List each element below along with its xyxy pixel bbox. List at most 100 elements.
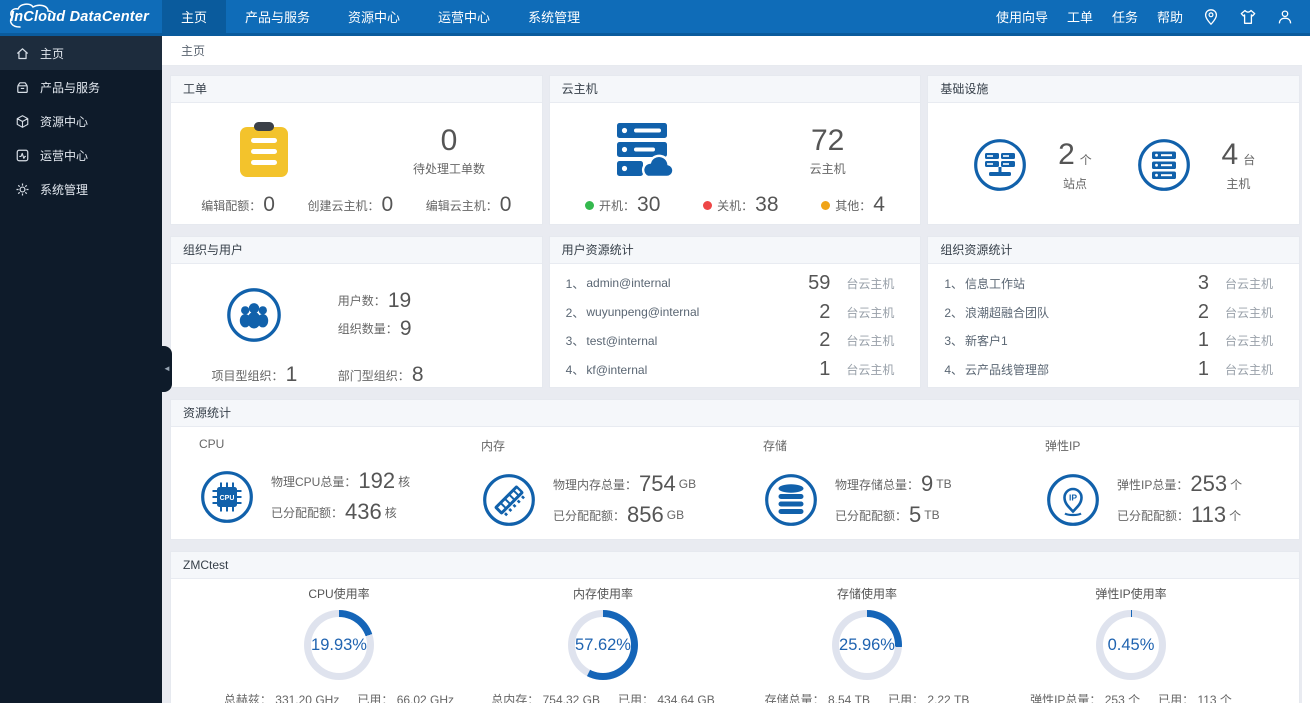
workorder-card-title: 工单 [171, 76, 542, 103]
storage-total-stat: 物理存储总量： 9 TB [835, 471, 952, 496]
org-resource-row: 1、 信息工作站 3 台云主机 [944, 271, 1274, 294]
user-resources-card-title: 用户资源统计 [549, 237, 921, 264]
sidebar-item-system[interactable]: 系统管理 [0, 172, 162, 206]
workorder-stat: 编辑云主机： 0 [425, 193, 512, 216]
zmctest-card: ZMCtest CPU使用率 19.93% 总赫兹： 331.20 GHz 已用… [170, 551, 1300, 703]
nav-item-system[interactable]: 系统管理 [509, 0, 599, 33]
org-count-stat: 组织数量： 9 [337, 316, 412, 340]
cpu-total-stat: 物理CPU总量： 192 核 [271, 468, 411, 493]
pending-workorder-label: 待处理工单数 [413, 161, 486, 176]
org-resources-card-title: 组织资源统计 [928, 237, 1300, 264]
storage-allocated-stat: 已分配配额： 5 TB [835, 502, 940, 527]
nav-item-resources[interactable]: 资源中心 [329, 0, 419, 33]
operations-icon [16, 149, 29, 161]
nav-link-tasks[interactable]: 任务 [1112, 7, 1138, 26]
status-dot-stopped [703, 200, 713, 210]
sidebar-item-label: 产品与服务 [40, 80, 101, 95]
nav-link-help[interactable]: 帮助 [1157, 7, 1183, 26]
sidebar-item-operations[interactable]: 运营中心 [0, 138, 162, 172]
memory-total-stat: 物理内存总量： 754 GB [553, 471, 697, 496]
site-count: 2 [1058, 137, 1075, 171]
elastic-ip-total-stat: 弹性IP总量： 253 个 [1117, 471, 1243, 496]
memory-icon [483, 473, 535, 526]
host-label: 主机 [1226, 176, 1251, 191]
sidebar-collapse-toggle[interactable]: ◄ [162, 346, 172, 392]
user-resource-row: 2、 wuyunpeng@internal 2 台云主机 [565, 300, 895, 323]
main-content: 工单 0 待处理工单数 编辑配额： 0 创建云主机： 0 编辑云主机： 0 云主… [162, 66, 1302, 703]
vm-total-label: 云主机 [809, 161, 846, 176]
user-count-stat: 用户数： 19 [337, 288, 412, 312]
scrollbar-track[interactable] [1302, 36, 1310, 703]
cpu-usage-gauge: CPU使用率 19.93% 总赫兹： 331.20 GHz 已用： 66.02 … [207, 585, 471, 703]
cloud-server-icon [617, 123, 675, 178]
cpu-icon: CPU [201, 470, 253, 523]
sidebar-item-home[interactable]: 主页 [0, 36, 162, 70]
navbar-right: 使用向导 工单 任务 帮助 [996, 0, 1310, 33]
gauge-stat: 已用： 66.02 GHz [357, 693, 455, 703]
elastic-ip-allocated-stat: 已分配配额： 113 个 [1117, 502, 1242, 527]
memory-allocated-stat: 已分配配额： 856 GB [553, 502, 685, 527]
vm-card: 云主机 72 云主机 开机： 30 关机： 38 其他： 4 [548, 75, 922, 225]
nav-item-operations[interactable]: 运营中心 [419, 0, 509, 33]
settings-icon [16, 183, 29, 195]
resources-icon [16, 114, 29, 128]
zmctest-card-title: ZMCtest [171, 552, 1299, 579]
user-resource-row: 4、 kf@internal 1 台云主机 [565, 358, 895, 381]
storage-usage-gauge: 存储使用率 25.96% 存储总量： 8.54 TB 已用： 2.22 TB [735, 585, 999, 703]
products-icon [17, 81, 28, 93]
memory-usage-gauge: 内存使用率 57.62% 总内存： 754.32 GB 已用： 434.64 G… [471, 585, 735, 703]
workorder-stat: 创建云主机： 0 [307, 193, 394, 216]
org-resource-row: 2、 浪潮超融合团队 2 台云主机 [944, 300, 1274, 323]
chevron-left-icon: ◄ [163, 364, 171, 373]
sidebar-item-label: 资源中心 [40, 114, 89, 129]
nav-item-home[interactable]: 主页 [162, 0, 227, 33]
gauge-stat: 弹性IP总量： 253 个 [1030, 693, 1141, 703]
gauge-ring: 57.62% [568, 610, 638, 680]
elastic-ip-resource-col: 弹性IP IP 弹性IP总量： 253 个 已分配配额： 113 个 [1045, 439, 1243, 527]
svg-text:IP: IP [1069, 492, 1077, 502]
breadcrumb: 主页 [162, 36, 1310, 66]
resource-stats-card-title: 资源统计 [171, 400, 1299, 427]
gauge-stat: 已用： 2.22 TB [888, 693, 970, 703]
gauge-ring: 0.45% [1096, 610, 1166, 680]
gauge-ring: 25.96% [832, 610, 902, 680]
elastic-ip-usage-gauge: 弹性IP使用率 0.45% 弹性IP总量： 253 个 已用： 113 个 [999, 585, 1263, 703]
vm-card-title: 云主机 [549, 76, 921, 103]
org-users-card-title: 组织与用户 [171, 237, 542, 264]
gauge-stat: 已用： 113 个 [1158, 693, 1232, 703]
gauge-stat: 已用： 434.64 GB [618, 693, 715, 703]
vm-stat-running: 开机： 30 [585, 193, 660, 217]
user-resource-row: 3、 test@internal 2 台云主机 [565, 329, 895, 352]
user-resources-card: 用户资源统计 1、 admin@internal 59 台云主机 2、 wuyunpen… [548, 236, 922, 388]
sidebar-item-label: 系统管理 [40, 182, 89, 197]
infrastructure-card: 基础设施 2 个 站点 4 台 主机 [927, 75, 1301, 225]
nav-link-guide[interactable]: 使用向导 [996, 7, 1048, 26]
host-stat: 4台 主机 [1136, 137, 1255, 193]
nav-link-workorder[interactable]: 工单 [1067, 7, 1093, 26]
nav-item-products[interactable]: 产品与服务 [226, 0, 329, 33]
infrastructure-card-title: 基础设施 [928, 76, 1300, 103]
gauge-stat: 总赫兹： 331.20 GHz [223, 693, 340, 703]
org-resource-row: 5、演示用组织1台云主机 [944, 384, 1285, 387]
org-resource-row: 3、 新客户1 1 台云主机 [944, 329, 1274, 352]
gauge-stat: 总内存： 754.32 GB [491, 693, 600, 703]
host-icon [1137, 138, 1190, 191]
top-navbar: InCloud DataCenter 主页 产品与服务 资源中心 运营中心 系统… [0, 0, 1310, 36]
storage-resource-col: 存储 物理存储总量： 9 TB 已分配配额： 5 TB [763, 439, 952, 527]
vm-stat-other: 其他： 4 [821, 193, 885, 217]
sidebar-item-resources[interactable]: 资源中心 [0, 104, 162, 138]
site-label: 站点 [1062, 176, 1087, 191]
host-count: 4 [1221, 137, 1239, 171]
app-logo[interactable]: InCloud DataCenter [0, 0, 162, 33]
user-icon[interactable] [1276, 8, 1294, 26]
storage-icon [765, 473, 817, 526]
sidebar: 主页 产品与服务 资源中心 运营中心 系统管理 [0, 36, 162, 703]
cpu-allocated-stat: 已分配配额： 436 核 [271, 499, 397, 524]
locate-user-icon[interactable] [1202, 8, 1220, 26]
memory-resource-col: 内存 物理内存总量： 754 GB 已分配配额： 856 GB [481, 439, 697, 527]
theme-icon[interactable] [1239, 8, 1257, 26]
dept-org-stat: 部门型组织： 8 [337, 363, 424, 386]
org-resource-row: 4、 云产品线管理部 1 台云主机 [944, 358, 1274, 381]
pending-workorder-count: 0 [440, 123, 458, 157]
sidebar-item-products[interactable]: 产品与服务 [0, 70, 162, 104]
